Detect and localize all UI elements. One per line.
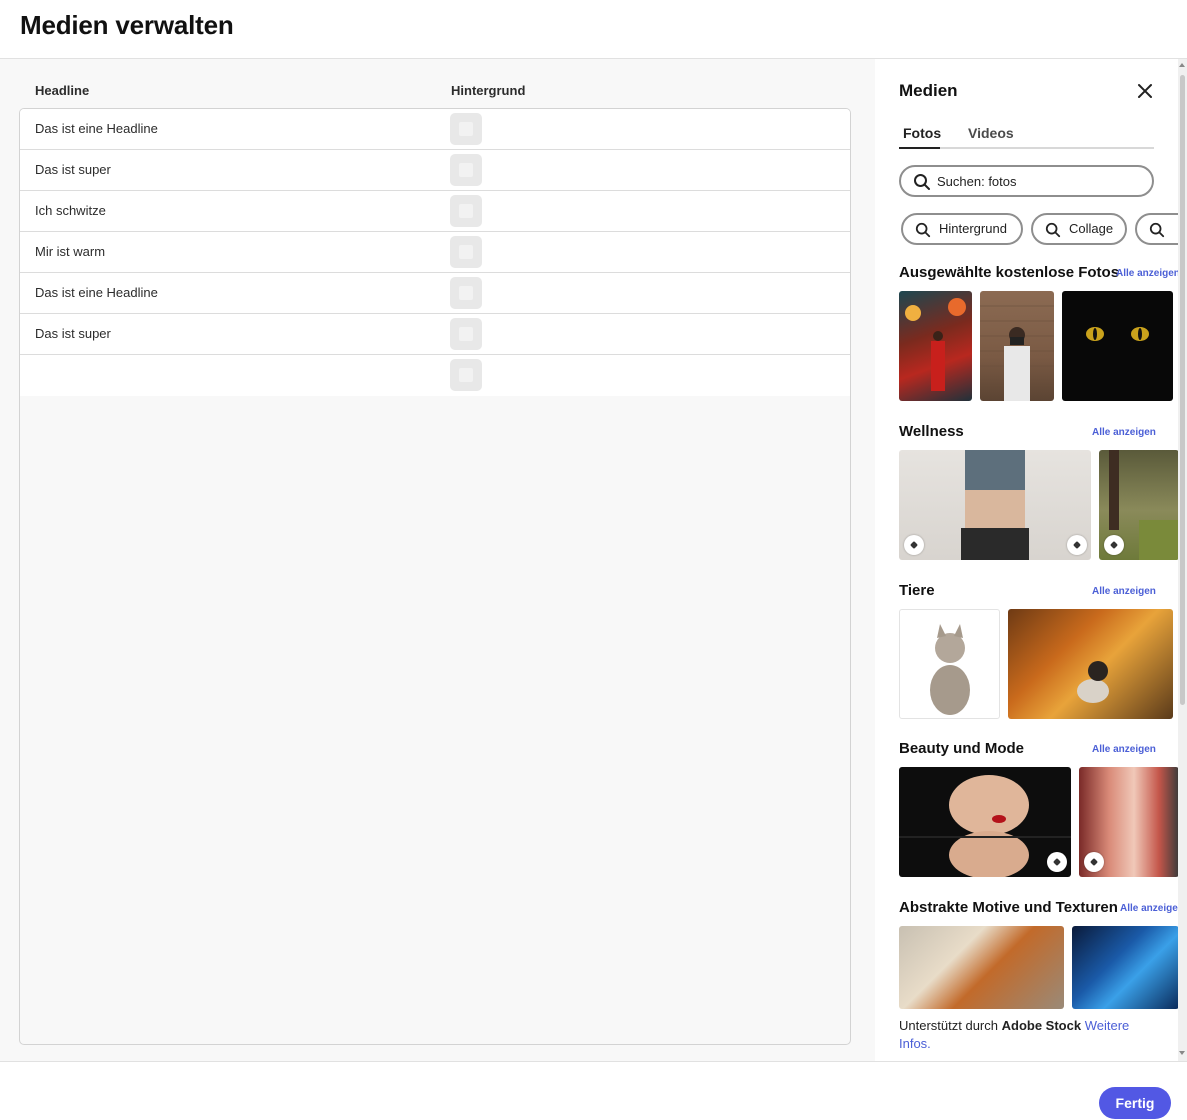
powered-by-text: Unterstützt durch <box>899 1018 1002 1033</box>
image-placeholder-icon[interactable] <box>450 277 482 309</box>
table-row[interactable]: Das ist super <box>20 150 850 191</box>
photo-park[interactable] <box>1099 450 1179 560</box>
photo-abstract-leaf[interactable] <box>899 926 1064 1009</box>
chip-label: Hintergrund <box>939 221 1007 236</box>
media-tabs: Fotos Videos <box>899 125 1154 149</box>
adobe-stock-brand: Adobe Stock <box>1001 1018 1082 1033</box>
search-icon <box>915 222 931 243</box>
section-title-featured: Ausgewählte kostenlose Fotos <box>899 264 1120 281</box>
dialog-title: Medien verwalten <box>20 10 234 40</box>
photo-abstract-feather[interactable] <box>1072 926 1179 1009</box>
active-tab-indicator <box>899 147 940 149</box>
adobe-stock-note: Unterstützt durch Adobe Stock Weitere In… <box>899 1017 1159 1053</box>
headline-cell: Das ist eine Headline <box>35 285 158 300</box>
photo-beauty-face[interactable] <box>899 767 1071 877</box>
chip-collage[interactable]: Collage <box>1031 213 1127 245</box>
chip-hintergrund[interactable]: Hintergrund <box>901 213 1023 245</box>
image-placeholder-icon[interactable] <box>450 359 482 391</box>
section-title-abstract: Abstrakte Motive und Texturen <box>899 899 1118 916</box>
dialog-header: Medien verwalten <box>0 0 1187 59</box>
headline-cell: Das ist eine Headline <box>35 121 158 136</box>
table-row[interactable]: Das ist super <box>20 314 850 355</box>
free-badge-icon <box>1084 852 1104 872</box>
headline-cell: Das ist super <box>35 162 111 177</box>
image-placeholder-icon[interactable] <box>450 195 482 227</box>
photo-lantern-woman[interactable] <box>899 291 972 401</box>
close-icon[interactable] <box>1135 81 1155 101</box>
content-area: Headline Hintergrund Das ist eine Headli… <box>0 59 875 1061</box>
search-input[interactable] <box>937 172 1137 190</box>
panel-title: Medien <box>899 81 958 100</box>
headline-cell: Ich schwitze <box>35 203 106 218</box>
image-placeholder-icon[interactable] <box>450 318 482 350</box>
section-title-wellness: Wellness <box>899 423 964 440</box>
tab-videos[interactable]: Videos <box>968 125 1014 141</box>
column-header-background: Hintergrund <box>451 83 526 98</box>
media-panel: Medien Fotos Videos Hintergrund Collage … <box>875 59 1187 1061</box>
see-all-link-animals[interactable]: Alle anzeigen <box>1092 586 1156 597</box>
search-suggestion-chips: Hintergrund Collage <box>901 213 1187 245</box>
photo-photographer[interactable] <box>980 291 1054 401</box>
see-all-link-beauty[interactable]: Alle anzeigen <box>1092 744 1156 755</box>
photo-clothes-rack[interactable] <box>1079 767 1179 877</box>
chip-label: Collage <box>1069 221 1114 236</box>
image-placeholder-icon[interactable] <box>450 236 482 268</box>
image-placeholder-icon[interactable] <box>450 113 482 145</box>
premium-badge-icon <box>1067 535 1087 555</box>
search-icon <box>1149 222 1165 243</box>
see-all-link-wellness[interactable]: Alle anzeigen <box>1092 427 1156 438</box>
section-title-animals: Tiere <box>899 582 935 599</box>
free-badge-icon <box>904 535 924 555</box>
free-badge-icon <box>1104 535 1124 555</box>
dialog-footer: Fertig <box>0 1061 1187 1120</box>
image-placeholder-icon[interactable] <box>450 154 482 186</box>
see-all-link-featured[interactable]: Alle anzeigen <box>1116 268 1180 279</box>
headline-cell: Mir ist warm <box>35 244 106 259</box>
photo-cat-autumn[interactable] <box>1008 609 1173 719</box>
scroll-up-icon[interactable] <box>1179 63 1185 67</box>
scrollbar-thumb[interactable] <box>1180 75 1185 705</box>
section-title-beauty: Beauty und Mode <box>899 740 1025 757</box>
photo-cat-white[interactable] <box>899 609 1000 719</box>
search-icon <box>913 173 931 196</box>
search-icon <box>1045 222 1061 243</box>
column-header-headline: Headline <box>35 83 90 98</box>
photo-black-cat[interactable] <box>1062 291 1173 401</box>
table-row[interactable]: Ich schwitze <box>20 191 850 232</box>
done-button[interactable]: Fertig <box>1099 1087 1171 1119</box>
table-row[interactable] <box>20 355 850 396</box>
search-field[interactable] <box>899 165 1154 197</box>
see-all-link-abstract[interactable]: Alle anzeigen <box>1120 903 1184 914</box>
tab-fotos[interactable]: Fotos <box>903 125 941 141</box>
table-row[interactable]: Das ist eine Headline <box>20 273 850 314</box>
table-row[interactable]: Das ist eine Headline <box>20 109 850 150</box>
photo-wellness-woman[interactable] <box>899 450 1091 560</box>
panel-scrollbar[interactable] <box>1178 59 1187 1061</box>
media-table: Das ist eine Headline Das ist super Ich … <box>19 108 851 1045</box>
headline-cell: Das ist super <box>35 326 111 341</box>
table-row[interactable]: Mir ist warm <box>20 232 850 273</box>
scroll-down-icon[interactable] <box>1179 1051 1185 1055</box>
premium-badge-icon <box>1047 852 1067 872</box>
